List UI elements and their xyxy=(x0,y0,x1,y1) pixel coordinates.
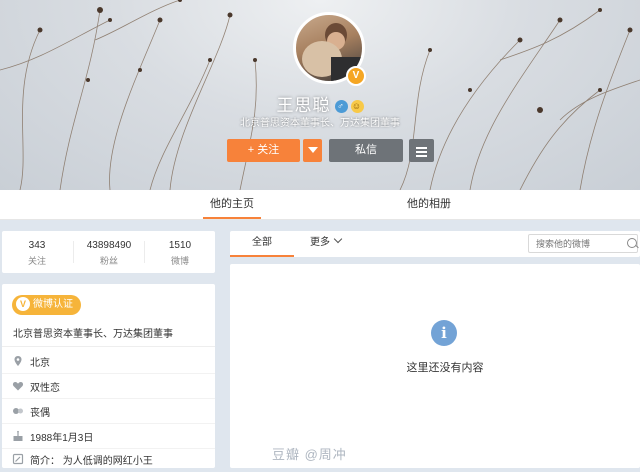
feed-filter-bar: 全部 更多 xyxy=(230,231,640,257)
info-row-orientation: 双性恋 xyxy=(12,377,212,399)
info-birthday: 1988年1月3日 xyxy=(30,433,94,444)
profile-description: 北京普思资本董事长、万达集团董事 xyxy=(240,118,400,129)
empty-state-text: 这里还没有内容 xyxy=(406,362,484,374)
smile-icon[interactable]: ☺ xyxy=(350,100,364,114)
verified-v-icon: V xyxy=(16,297,30,312)
male-icon: ♂ xyxy=(334,100,348,114)
weibo-verified-badge[interactable]: V 微博认证 xyxy=(12,295,81,315)
stat-label: 粉丝 xyxy=(99,256,118,266)
stat-posts[interactable]: 1510 微博 xyxy=(145,231,215,273)
stat-followers[interactable]: 43898490 粉丝 xyxy=(74,231,144,273)
intro-icon xyxy=(12,453,24,465)
divider xyxy=(2,346,215,347)
feed-tab-more[interactable]: 更多 xyxy=(310,231,343,257)
info-location: 北京 xyxy=(30,358,50,369)
profile-cover: V 王思聪 ♂ ☺ 北京普思资本董事长、万达集团董事 + 关注 私信 xyxy=(0,0,640,190)
stat-value: 1510 xyxy=(168,240,192,251)
watermark: 豆瓣 @周冲 xyxy=(272,447,347,462)
relationship-icon xyxy=(12,405,24,417)
profile-stats: 343 关注 43898490 粉丝 1510 微博 xyxy=(2,231,215,273)
divider xyxy=(2,448,215,449)
more-menu-button[interactable] xyxy=(409,139,434,162)
info-row-location: 北京 xyxy=(12,352,212,374)
follow-button[interactable]: + 关注 xyxy=(227,139,300,162)
divider xyxy=(2,398,215,399)
message-button[interactable]: 私信 xyxy=(329,139,403,162)
info-intro: 简介： 为人低调的网红小王 xyxy=(30,456,153,467)
info-orientation: 双性恋 xyxy=(30,383,60,394)
stat-value: 43898490 xyxy=(86,240,132,251)
location-icon xyxy=(12,355,24,367)
info-row-intro: 简介： 为人低调的网红小王 xyxy=(12,450,212,472)
cake-icon xyxy=(12,430,24,442)
stat-value: 343 xyxy=(28,240,46,251)
profile-tab-bar: 他的主页 他的相册 xyxy=(0,190,640,220)
caret-down-icon xyxy=(307,147,318,154)
follow-dropdown-button[interactable] xyxy=(303,139,322,162)
feed-tab-all[interactable]: 全部 xyxy=(230,231,294,257)
tab-album[interactable]: 他的相册 xyxy=(400,190,458,219)
verified-badge-label: 微博认证 xyxy=(33,299,73,310)
search-input[interactable] xyxy=(528,234,638,253)
info-relationship: 丧偶 xyxy=(30,408,50,419)
profile-name: 王思聪 xyxy=(276,96,331,115)
stat-label: 关注 xyxy=(27,256,46,266)
feed-content: i 这里还没有内容 xyxy=(230,264,640,468)
profile-name-line: 王思聪 ♂ ☺ xyxy=(0,91,640,116)
search-icon[interactable] xyxy=(627,238,637,248)
info-icon: i xyxy=(431,320,457,346)
divider xyxy=(2,373,215,374)
info-row-birthday: 1988年1月3日 xyxy=(12,427,212,449)
verified-description: 北京普思资本董事长、万达集团董事 xyxy=(13,329,173,340)
feed-tab-more-label: 更多 xyxy=(310,237,330,248)
tab-home[interactable]: 他的主页 xyxy=(203,190,261,219)
verified-badge-icon: V xyxy=(346,66,366,86)
chevron-down-icon xyxy=(333,234,343,244)
heart-icon xyxy=(12,380,24,392)
stat-label: 微博 xyxy=(170,256,189,266)
divider xyxy=(2,423,215,424)
menu-icon xyxy=(409,139,434,157)
info-row-relationship: 丧偶 xyxy=(12,402,212,424)
stat-following[interactable]: 343 关注 xyxy=(2,231,72,273)
profile-info-card: V 微博认证 北京普思资本董事长、万达集团董事 北京 双性恋 丧偶 1988年1月… xyxy=(2,284,215,468)
